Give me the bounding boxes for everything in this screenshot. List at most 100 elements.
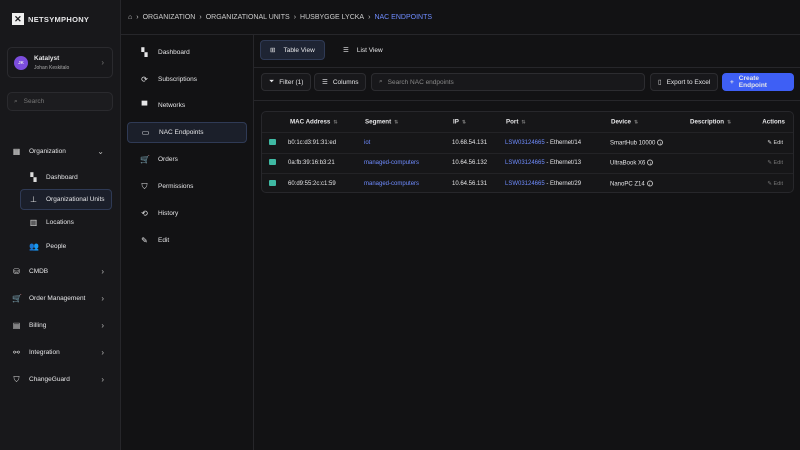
nav-label: ChangeGuard (29, 376, 70, 383)
info-icon[interactable]: i (647, 159, 654, 166)
tab-list-view[interactable]: ☰ List View (334, 40, 392, 60)
col-ip[interactable]: IP ⇅ (453, 119, 466, 126)
secnav-label: NAC Endpoints (159, 129, 204, 137)
secnav-label: Edit (158, 236, 170, 244)
cart-icon: 🛒 (140, 155, 150, 165)
edit-button[interactable]: ✎ Edit (767, 181, 783, 187)
segment-link[interactable]: managed-computers (364, 181, 419, 187)
shield-icon: ⛉ (141, 181, 148, 191)
breadcrumb-husbygge-lycka[interactable]: HUSBYGGE LYCKA (300, 14, 364, 21)
avatar: JK (14, 55, 28, 70)
secnav-orders[interactable]: 🛒 Orders (127, 146, 247, 173)
device-cell: SmartHub 10000 i (610, 139, 664, 146)
ip-cell: 10.64.56.131 (452, 180, 488, 187)
integration-icon: ⚯ (13, 348, 20, 357)
tree-icon: ⊥ (30, 195, 37, 204)
port-link[interactable]: LSW03124665 (505, 160, 545, 166)
mac-cell: 60:d9:55:2c:c1:59 (288, 180, 336, 187)
secnav-history[interactable]: ⟲ History (127, 200, 247, 227)
view-switcher: ⊞ Table View ☰ List View (254, 35, 800, 68)
device-cell: UltraBook X6 i (610, 159, 654, 167)
nav-locations[interactable]: ▥ Locations (0, 210, 120, 234)
secnav-permissions[interactable]: ⛉ Permissions (127, 173, 247, 200)
nav-people[interactable]: 👥 People (0, 234, 120, 258)
nav-order-management[interactable]: 🛒 Order Management › (0, 285, 120, 312)
secnav-dashboard[interactable]: ▚ Dashboard (127, 39, 247, 66)
create-endpoint-button[interactable]: + Create Endpoint (722, 73, 794, 91)
network-icon: ▀ (141, 101, 148, 111)
sort-icon: ⇅ (521, 119, 526, 126)
segment-link[interactable]: managed-computers (364, 160, 419, 166)
plus-icon: + (730, 78, 734, 86)
table-row: 60:d9:55:2c:c1:59 managed-computers 10.6… (262, 173, 793, 194)
device-status-icon (269, 138, 276, 147)
breadcrumb-organization[interactable]: ORGANIZATION (143, 14, 196, 21)
chevron-right-icon: › (101, 348, 104, 357)
port-link[interactable]: LSW03124665 (505, 181, 545, 187)
chevron-right-icon: › (101, 58, 104, 67)
brand-name: NETSYMPHONY (28, 14, 90, 24)
tab-table-view[interactable]: ⊞ Table View (260, 40, 325, 60)
table-row: 0a:fb:39:16:b3:21 managed-computers 10.6… (262, 152, 793, 174)
nav-organizational-units[interactable]: ⊥ Organizational Units (20, 189, 112, 210)
port-cell: LSW03124665 - Ethernet/29 (505, 180, 582, 187)
col-description[interactable]: Description ⇅ (690, 119, 731, 126)
nav-label: Organizational Units (46, 196, 105, 203)
nav-label: Integration (29, 349, 60, 356)
create-label: Create Endpoint (738, 75, 767, 89)
sidebar: ✕ NETSYMPHONY JK Katalyst Johan Keskitalo … (0, 0, 121, 450)
edit-button[interactable]: ✎ Edit (767, 140, 783, 146)
secnav-nac-endpoints[interactable]: ▭ NAC Endpoints (127, 122, 247, 144)
nav-organization[interactable]: ▦ Organization ⌄ (0, 138, 120, 165)
breadcrumb-organizational-units[interactable]: ORGANIZATIONAL UNITS (206, 14, 290, 21)
nav-changeguard[interactable]: ⛉ ChangeGuard › (0, 366, 120, 393)
columns-label: Columns (332, 78, 359, 86)
col-port[interactable]: Port ⇅ (506, 119, 526, 126)
org-switcher[interactable]: JK Katalyst Johan Keskitalo › (7, 47, 113, 78)
segment-link[interactable]: iot (364, 140, 370, 146)
columns-button[interactable]: ☰ Columns (314, 73, 367, 91)
col-mac[interactable]: MAC Address ⇅ (290, 119, 338, 126)
search-input[interactable]: ⌕ Search (7, 92, 113, 111)
secondary-nav: ▚ Dashboard ⟳ Subscriptions ▀ Networks ▭ NAC… (121, 35, 254, 450)
sort-icon: ⇅ (394, 119, 399, 126)
col-segment[interactable]: Segment ⇅ (365, 119, 398, 126)
info-icon[interactable]: i (646, 180, 653, 187)
endpoint-search-input[interactable]: ⌕ Search NAC endpoints (371, 73, 645, 91)
nac-endpoints-table: MAC Address ⇅ Segment ⇅ IP ⇅ Port ⇅ Device ⇅ … (261, 111, 794, 193)
secnav-subscriptions[interactable]: ⟳ Subscriptions (127, 66, 247, 93)
edit-button[interactable]: ✎ Edit (767, 160, 783, 166)
table-header: MAC Address ⇅ Segment ⇅ IP ⇅ Port ⇅ Device ⇅ … (262, 112, 793, 132)
shield-icon: ⛉ (13, 374, 20, 384)
org-name: Katalyst (34, 54, 60, 62)
nav-label: Billing (29, 322, 47, 329)
nav-cmdb[interactable]: ⛁ CMDB › (0, 258, 120, 285)
secnav-networks[interactable]: ▀ Networks (127, 93, 247, 120)
info-icon[interactable]: i (657, 139, 664, 146)
chevron-right-icon: › (101, 294, 104, 303)
device-cell: NanoPC Z14 i (610, 180, 653, 187)
filter-button[interactable]: ⏷ Filter (1) (261, 73, 312, 91)
mac-cell: b0:1c:d3:91:31:ed (288, 139, 337, 146)
secnav-label: Dashboard (158, 48, 190, 56)
export-excel-button[interactable]: ▯ Export to Excel (650, 73, 719, 91)
sort-icon: ⇅ (461, 119, 467, 126)
table-icon: ⊞ (270, 47, 276, 54)
history-icon: ⟲ (141, 208, 148, 218)
ip-cell: 10.64.56.132 (452, 160, 488, 167)
chevron-down-icon: ⌄ (97, 147, 104, 156)
home-icon[interactable]: ⌂ (128, 14, 132, 21)
nav-integration[interactable]: ⚯ Integration › (0, 339, 120, 366)
port-cell: LSW03124665 - Ethernet/14 (505, 139, 582, 146)
nav-billing[interactable]: ▤ Billing › (0, 312, 120, 339)
dashboard-icon: ▚ (30, 172, 37, 182)
col-device[interactable]: Device ⇅ (611, 119, 638, 126)
port-link[interactable]: LSW03124665 (505, 140, 545, 146)
secnav-label: Networks (158, 102, 186, 110)
nav-label: People (46, 242, 67, 250)
nav-dashboard[interactable]: ▚ Dashboard (0, 165, 120, 189)
secnav-edit[interactable]: ✎ Edit (127, 227, 247, 254)
pencil-icon: ✎ (141, 235, 148, 245)
search-placeholder: Search NAC endpoints (387, 78, 454, 86)
secnav-label: History (158, 209, 179, 217)
